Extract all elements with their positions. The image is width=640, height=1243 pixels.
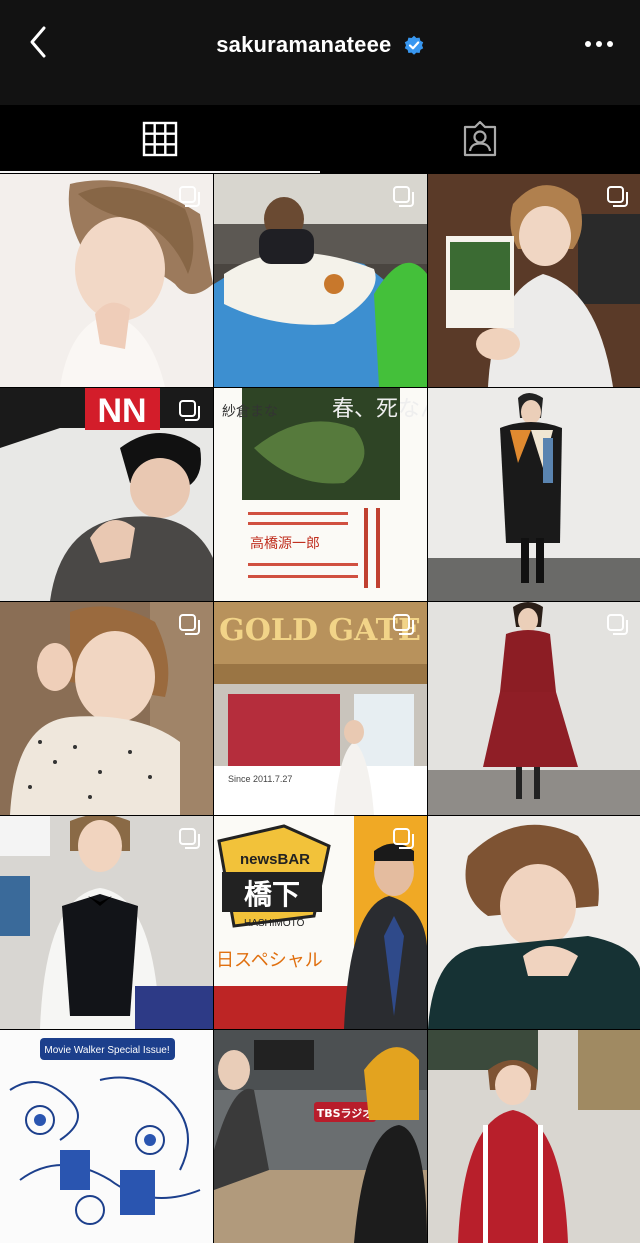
multiple-photos-icon <box>179 614 200 635</box>
post-thumbnail[interactable] <box>428 602 640 815</box>
multiple-photos-icon <box>179 828 200 849</box>
post-thumbnail[interactable]: 紗倉まな 春、死なん 高橋源一郎 <box>214 388 427 601</box>
post-thumbnail[interactable]: newsBAR 橋下 HASHIMOTO 日スペシャル <box>214 816 427 1029</box>
post-thumbnail[interactable]: Movie Walker Special Issue! <box>0 1030 213 1243</box>
post-thumbnail[interactable] <box>428 1030 640 1243</box>
post-photo <box>428 816 640 1029</box>
post-thumbnail[interactable] <box>428 388 640 601</box>
post-photo <box>428 388 640 601</box>
post-thumbnail[interactable] <box>428 174 640 387</box>
post-sub: Since 2011.7.27 <box>228 774 292 784</box>
post-thumbnail[interactable] <box>0 174 213 387</box>
multiple-photos-icon <box>393 828 414 849</box>
post-roman: HASHIMOTO <box>244 918 305 929</box>
multiple-photos-icon <box>607 186 628 207</box>
post-body: 高橋源一郎 <box>250 535 320 552</box>
post-title: 春、死なん <box>332 397 427 422</box>
post-sign: GOLD GATE <box>219 613 421 648</box>
tagged-person-icon <box>463 120 497 157</box>
grid-icon <box>142 121 178 157</box>
username: sakuramanateee <box>216 32 392 57</box>
post-thumbnail[interactable]: NN <box>0 388 213 601</box>
more-horizontal-icon <box>585 41 613 47</box>
post-kanji: 橋下 <box>244 878 300 911</box>
username-title: sakuramanateee <box>0 32 640 58</box>
multiple-photos-icon <box>179 186 200 207</box>
post-photo <box>428 1030 640 1243</box>
post-photo: 紗倉まな 春、死なん 高橋源一郎 <box>214 388 427 601</box>
posts-grid: NN 紗倉まな 春、死なん 高橋源一郎 <box>0 174 640 1243</box>
post-thumbnail[interactable]: GOLD GATE Since 2011.7.27 <box>214 602 427 815</box>
profile-header: sakuramanateee <box>0 0 640 105</box>
post-author: 紗倉まな <box>222 404 278 420</box>
post-thumbnail[interactable] <box>0 602 213 815</box>
post-thumbnail[interactable] <box>214 174 427 387</box>
post-special: 日スペシャル <box>216 950 323 971</box>
profile-tabs <box>0 105 640 173</box>
post-thumbnail[interactable] <box>428 816 640 1029</box>
tab-tagged[interactable] <box>320 105 640 173</box>
post-logo: newsBAR <box>240 851 310 868</box>
multiple-photos-icon <box>607 614 628 635</box>
verified-badge-icon <box>404 35 423 55</box>
active-tab-indicator <box>0 171 320 173</box>
more-options-button[interactable] <box>580 28 618 58</box>
multiple-photos-icon <box>393 186 414 207</box>
tab-grid[interactable] <box>0 105 320 173</box>
post-text: NN <box>97 392 146 430</box>
multiple-photos-icon <box>179 400 200 421</box>
post-banner: Movie Walker Special Issue! <box>44 1045 169 1056</box>
post-thumbnail[interactable]: TBSラジオ <box>214 1030 427 1243</box>
post-photo: Movie Walker Special Issue! <box>0 1030 213 1243</box>
post-photo: TBSラジオ <box>214 1030 427 1243</box>
post-thumbnail[interactable] <box>0 816 213 1029</box>
multiple-photos-icon <box>393 614 414 635</box>
post-logo: TBSラジオ <box>317 1107 374 1120</box>
